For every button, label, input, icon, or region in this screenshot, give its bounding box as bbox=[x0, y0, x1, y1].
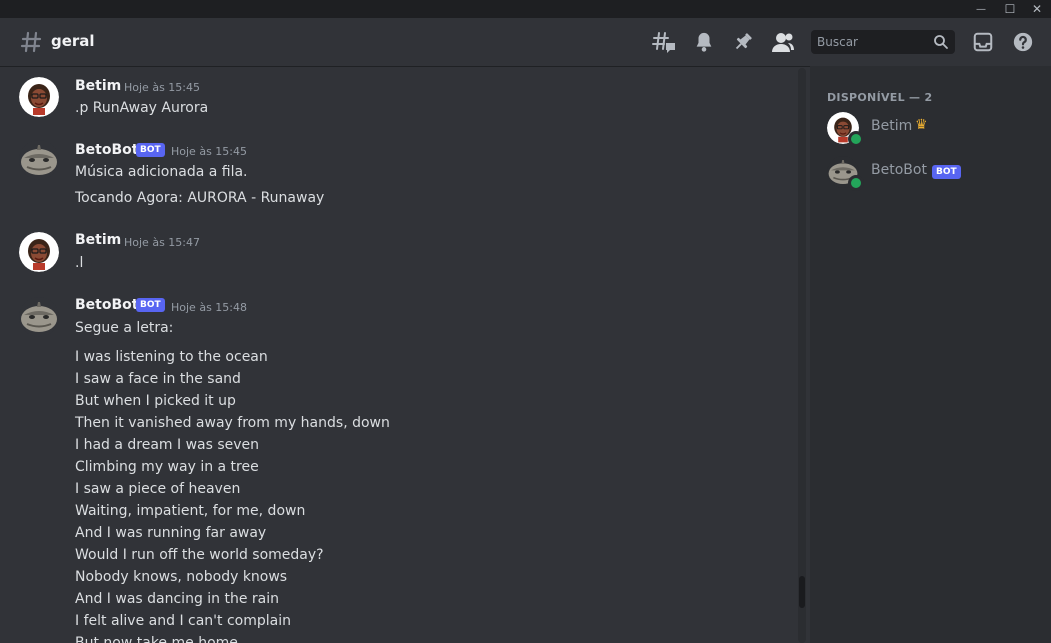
crown-icon: ♛ bbox=[915, 117, 928, 133]
pin-icon[interactable] bbox=[731, 30, 755, 54]
message-content: Segue a letra: bbox=[75, 320, 174, 336]
lyrics-line: I had a dream I was seven bbox=[75, 437, 260, 453]
minimize-button[interactable]: — bbox=[966, 0, 996, 18]
channel-header: geral bbox=[0, 18, 1051, 66]
lyrics-line: Waiting, impatient, for me, down bbox=[75, 503, 306, 519]
message-content: Tocando Agora: AURORA - Runaway bbox=[75, 190, 325, 206]
member-name: Betim bbox=[871, 118, 913, 134]
message-author[interactable]: BetoBot bbox=[75, 297, 138, 313]
lyrics-line: Climbing my way in a tree bbox=[75, 459, 259, 475]
lyrics-line: I saw a piece of heaven bbox=[75, 481, 241, 497]
lyrics-line: I saw a face in the sand bbox=[75, 371, 241, 387]
online-status-icon bbox=[848, 131, 864, 147]
lyrics-line: And I was dancing in the rain bbox=[75, 591, 280, 607]
online-status-icon bbox=[848, 175, 864, 191]
chat-scrollbar-track[interactable] bbox=[798, 68, 806, 643]
minimize-icon: — bbox=[976, 3, 986, 15]
message-author[interactable]: Betim bbox=[75, 78, 121, 94]
chat-scrollbar-thumb[interactable] bbox=[799, 576, 805, 608]
bot-badge: BOT bbox=[136, 143, 165, 157]
threads-icon[interactable] bbox=[652, 30, 676, 54]
help-icon[interactable] bbox=[1011, 30, 1035, 54]
message-content: .p RunAway Aurora bbox=[75, 100, 209, 116]
lyrics-line: Would I run off the world someday? bbox=[75, 547, 324, 563]
lyrics-line: Nobody knows, nobody knows bbox=[75, 569, 288, 585]
member-item-betobot[interactable]: BetoBot BOT bbox=[818, 152, 1043, 192]
lyrics-line: I felt alive and I can't complain bbox=[75, 613, 291, 629]
lyrics-line: But now take me home bbox=[75, 635, 238, 643]
members-icon[interactable] bbox=[771, 30, 795, 54]
member-section-title: DISPONÍVEL — 2 bbox=[827, 91, 933, 104]
message-timestamp: Hoje às 15:47 bbox=[124, 236, 200, 249]
message-author[interactable]: BetoBot bbox=[75, 142, 138, 158]
avatar-betobot[interactable] bbox=[19, 297, 59, 337]
message-author[interactable]: Betim bbox=[75, 232, 121, 248]
maximize-button[interactable]: ☐ bbox=[995, 0, 1025, 18]
lyrics-block: I was listening to the ocean I saw a fac… bbox=[75, 346, 390, 643]
member-name: BetoBot bbox=[871, 162, 927, 178]
avatar-betim[interactable] bbox=[19, 232, 59, 272]
message-timestamp: Hoje às 15:45 bbox=[124, 81, 200, 94]
search-icon bbox=[933, 34, 949, 54]
search-box[interactable] bbox=[811, 30, 955, 54]
channel-name: geral bbox=[51, 32, 95, 50]
maximize-icon: ☐ bbox=[1004, 2, 1016, 16]
lyrics-line: Then it vanished away from my hands, dow… bbox=[75, 415, 390, 431]
message-content: .l bbox=[75, 255, 84, 271]
avatar-betim[interactable] bbox=[19, 77, 59, 117]
close-button[interactable]: ✕ bbox=[1022, 0, 1051, 18]
close-icon: ✕ bbox=[1031, 2, 1043, 16]
avatar-betobot[interactable] bbox=[19, 140, 59, 180]
message-list[interactable]: Betim Hoje às 15:45 .p RunAway Aurora Be… bbox=[0, 66, 810, 643]
bell-icon[interactable] bbox=[692, 30, 716, 54]
bot-badge: BOT bbox=[932, 165, 961, 179]
lyrics-line: And I was running far away bbox=[75, 525, 267, 541]
message-timestamp: Hoje às 15:45 bbox=[171, 145, 247, 158]
bot-badge: BOT bbox=[136, 298, 165, 312]
member-item-betim[interactable]: Betim ♛ bbox=[818, 108, 1043, 148]
channel-hash-icon bbox=[20, 30, 42, 58]
window-titlebar: — ☐ ✕ bbox=[0, 0, 1051, 18]
lyrics-line: But when I picked it up bbox=[75, 393, 236, 409]
member-list: DISPONÍVEL — 2 Betim ♛ BetoBot BOT bbox=[810, 66, 1051, 643]
message-timestamp: Hoje às 15:48 bbox=[171, 301, 247, 314]
message-content: Música adicionada a fila. bbox=[75, 164, 248, 180]
search-input[interactable] bbox=[811, 30, 927, 54]
inbox-icon[interactable] bbox=[971, 30, 995, 54]
lyrics-line: I was listening to the ocean bbox=[75, 349, 268, 365]
